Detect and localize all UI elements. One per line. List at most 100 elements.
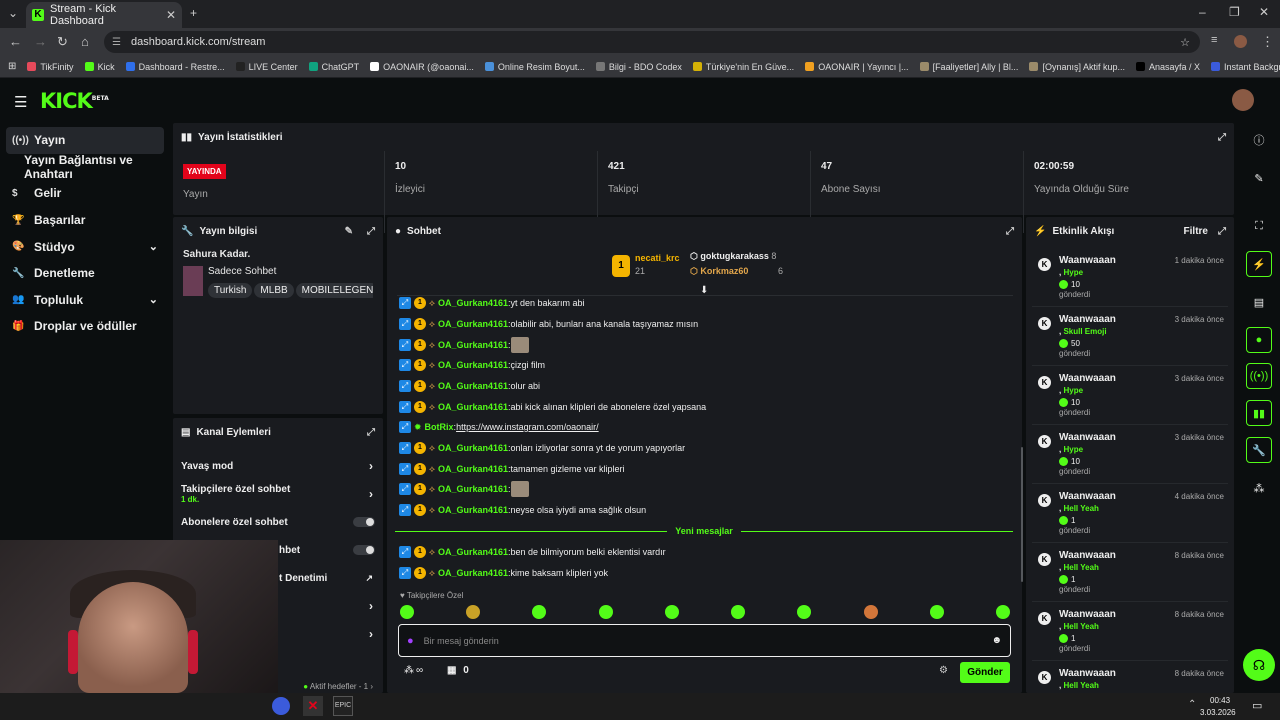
chat-message[interactable]: ⤢ 1 ⟡ OA_Gurkan4161: olabilir abi, bunları … bbox=[399, 315, 698, 333]
expand-icon[interactable]: ⤢ bbox=[1218, 226, 1226, 237]
emote-icon[interactable] bbox=[863, 605, 878, 619]
edit-icon[interactable]: ✎ bbox=[345, 226, 353, 237]
chevron-down-icon[interactable]: ⌄ bbox=[149, 293, 158, 306]
user-avatar[interactable] bbox=[1232, 89, 1254, 111]
tab-search-icon[interactable]: ⌄ bbox=[8, 6, 18, 20]
emote-icon[interactable] bbox=[532, 605, 547, 619]
leader-2[interactable]: goktugkarakass bbox=[700, 251, 769, 261]
chat-message[interactable]: ⤢ 1 ⟡ OA_Gurkan4161: yt den bakarım abi bbox=[399, 294, 585, 312]
apps-icon[interactable]: ⊞ bbox=[8, 61, 16, 72]
filter-button[interactable]: Filtre bbox=[1184, 226, 1208, 237]
chat-message[interactable]: ⤢ 1 ⟡ OA_Gurkan4161: onları izliyorlar sonr… bbox=[399, 439, 685, 457]
expand-icon[interactable]: ⤢ bbox=[1218, 132, 1226, 143]
menu-icon[interactable]: ☰ bbox=[14, 93, 27, 111]
stats-icon[interactable]: ▮▮ bbox=[1246, 400, 1272, 426]
activity-item[interactable]: K Waanwaaan 8 dakika önce, Hell Yeah 1 gönde… bbox=[1032, 604, 1228, 661]
clock-date[interactable]: 3.03.2026 bbox=[1200, 708, 1236, 717]
url-field[interactable]: ☰ dashboard.kick.com/stream ☆ bbox=[104, 31, 1200, 53]
sidebar-item[interactable]: ((•)) Yayın bbox=[6, 127, 164, 154]
emote-icon[interactable] bbox=[466, 605, 481, 619]
lightning-icon[interactable]: ⚡ bbox=[1246, 251, 1272, 277]
wrench-icon[interactable]: 🔧 bbox=[1246, 437, 1272, 463]
chat-message[interactable]: ⤢ 1 ⟡ OA_Gurkan4161: abi kick alınan kliple… bbox=[399, 398, 706, 416]
chat-message[interactable]: ⤢ ✹ BotRix: https://www.instagram.com/oaon… bbox=[399, 418, 599, 436]
sidebar-item[interactable]: 🏆 Başarılar bbox=[0, 207, 172, 234]
sidebar-item[interactable]: 🔧 Denetleme bbox=[0, 260, 172, 287]
sidebar-item[interactable]: Yayın Bağlantısı ve Anahtarı bbox=[0, 153, 172, 181]
new-tab-icon[interactable]: + bbox=[190, 6, 197, 20]
bookmark-item[interactable]: Online Resim Boyut... bbox=[484, 62, 585, 72]
emote-icon[interactable] bbox=[400, 605, 414, 619]
activity-item[interactable]: K Waanwaaan 3 dakika önce, Hype 10 gönderdi bbox=[1032, 368, 1228, 425]
browser-menu-icon[interactable]: ⋮ bbox=[1261, 34, 1274, 50]
tag-chip[interactable]: MLBB bbox=[254, 283, 294, 298]
bookmark-item[interactable]: [Faaliyetler] Ally | Bl... bbox=[919, 62, 1018, 72]
bookmark-item[interactable]: Anasayfa / X bbox=[1135, 62, 1200, 72]
taskbar-app-icon[interactable]: ✕ bbox=[303, 696, 323, 716]
info-icon[interactable]: ⓘ bbox=[1246, 127, 1272, 153]
chat-message[interactable]: ⤢ 1 ⟡ OA_Gurkan4161: bbox=[399, 336, 529, 354]
sidebar-item[interactable]: 👥 Topluluk ⌄ bbox=[0, 287, 172, 314]
emote-icon[interactable] bbox=[995, 605, 1010, 619]
close-window-icon[interactable]: ✕ bbox=[1259, 5, 1269, 19]
edit-icon[interactable]: ✎ bbox=[1246, 165, 1272, 191]
tag-chip[interactable]: Turkish bbox=[208, 283, 253, 298]
reload-icon[interactable]: ↻ bbox=[57, 34, 68, 50]
back-icon[interactable]: ← bbox=[9, 34, 22, 49]
leader-1[interactable]: necati_krc bbox=[635, 253, 680, 263]
sidebar-item[interactable]: $ Gelir bbox=[0, 180, 172, 207]
bookmark-star-icon[interactable]: ☆ bbox=[1180, 36, 1190, 49]
subs-only-toggle[interactable] bbox=[353, 517, 375, 527]
chat-settings-icon[interactable]: ⚙ bbox=[939, 665, 948, 676]
bookmark-item[interactable]: Kick bbox=[84, 62, 115, 72]
emote-icon[interactable] bbox=[598, 605, 613, 619]
emote-icon[interactable] bbox=[731, 605, 746, 619]
active-goals[interactable]: ● Aktif hedefler - 1 › bbox=[303, 682, 373, 691]
broadcast-icon[interactable]: ((•)) bbox=[1246, 363, 1272, 389]
bookmark-item[interactable]: ChatGPT bbox=[308, 62, 359, 72]
gift-count[interactable]: ▦ 0 bbox=[447, 665, 469, 676]
activity-item[interactable]: K Waanwaaan 3 dakika önce, Hype 10 gönderdi bbox=[1032, 427, 1228, 484]
emote-only-toggle[interactable] bbox=[353, 545, 375, 555]
chat-message[interactable]: ⤢ 1 ⟡ OA_Gurkan4161: olur abi bbox=[399, 377, 540, 395]
close-tab-icon[interactable]: ✕ bbox=[166, 8, 176, 22]
bookmark-item[interactable]: LIVE Center bbox=[235, 62, 298, 72]
chevron-down-icon[interactable]: ⌄ bbox=[149, 240, 158, 253]
support-icon[interactable]: ☊ bbox=[1243, 649, 1275, 681]
bookmark-item[interactable]: [Oynanış] Aktif kup... bbox=[1029, 62, 1125, 72]
document-icon[interactable]: ▤ bbox=[1246, 289, 1272, 315]
slow-mode-row[interactable]: Yavaş mod › bbox=[173, 452, 383, 480]
nodes-icon[interactable]: ⁂ bbox=[1246, 475, 1272, 501]
home-icon[interactable]: ⌂ bbox=[81, 34, 89, 49]
bookmark-item[interactable]: Instant Background... bbox=[1211, 62, 1280, 72]
tag-chip[interactable]: MOBILELEGEN bbox=[295, 283, 373, 298]
emote-icon[interactable] bbox=[929, 605, 944, 619]
sidebar-item[interactable]: 🎨 Stüdyo ⌄ bbox=[0, 233, 172, 260]
expand-icon[interactable]: ⤢ bbox=[1006, 226, 1014, 237]
activity-item[interactable]: K Waanwaaan 8 dakika önce, Hell Yeah 1 gönde… bbox=[1032, 545, 1228, 602]
restore-icon[interactable]: ❐ bbox=[1229, 5, 1240, 19]
activity-item[interactable]: K Waanwaaan 1 dakika önce, Hype 10 gönderdi bbox=[1032, 250, 1228, 307]
chat-message[interactable]: ⤢ 1 ⟡ OA_Gurkan4161: tamamen gizleme var kl… bbox=[399, 460, 625, 478]
followers-only-row[interactable]: Takipçilere özel sohbet 1 dk. › bbox=[173, 480, 383, 508]
chat-scrollbar[interactable] bbox=[1021, 447, 1023, 582]
chat-message[interactable]: ⤢ 1 ⟡ OA_Gurkan4161: neyse olsa iyiydi ama … bbox=[399, 501, 646, 519]
notification-icon[interactable]: ▭ bbox=[1252, 699, 1262, 712]
bookmark-item[interactable]: Dashboard - Restre... bbox=[125, 62, 225, 72]
expand-icon[interactable]: ⤢ bbox=[367, 226, 375, 237]
emote-icon[interactable] bbox=[664, 605, 679, 619]
send-button[interactable]: Gönder bbox=[960, 662, 1010, 683]
browser-tab[interactable]: K Stream - Kick Dashboard ✕ bbox=[26, 2, 182, 28]
chat-toggle-icon[interactable]: ● bbox=[1246, 327, 1272, 353]
chat-points[interactable]: ⁂ ∞ bbox=[404, 665, 423, 676]
chat-message[interactable]: ⤢ 1 ⟡ OA_Gurkan4161: kime baksam klipleri y… bbox=[399, 564, 608, 582]
chat-message[interactable]: ⤢ 1 ⟡ OA_Gurkan4161: bbox=[399, 480, 529, 498]
kick-logo[interactable]: KICKBETA bbox=[40, 89, 109, 113]
sidebar-item[interactable]: 🎁 Droplar ve ödüller bbox=[0, 313, 172, 340]
tray-arrow-icon[interactable]: ⌃ bbox=[1188, 699, 1196, 710]
chat-input[interactable]: ● Bir mesaj gönderin ☻ bbox=[398, 624, 1011, 657]
bookmark-item[interactable]: OAONAIR (@oaonai... bbox=[370, 62, 474, 72]
fullscreen-icon[interactable]: ⛶ bbox=[1246, 213, 1272, 239]
emote-icon[interactable] bbox=[797, 605, 812, 619]
profile-avatar[interactable] bbox=[1234, 35, 1247, 48]
